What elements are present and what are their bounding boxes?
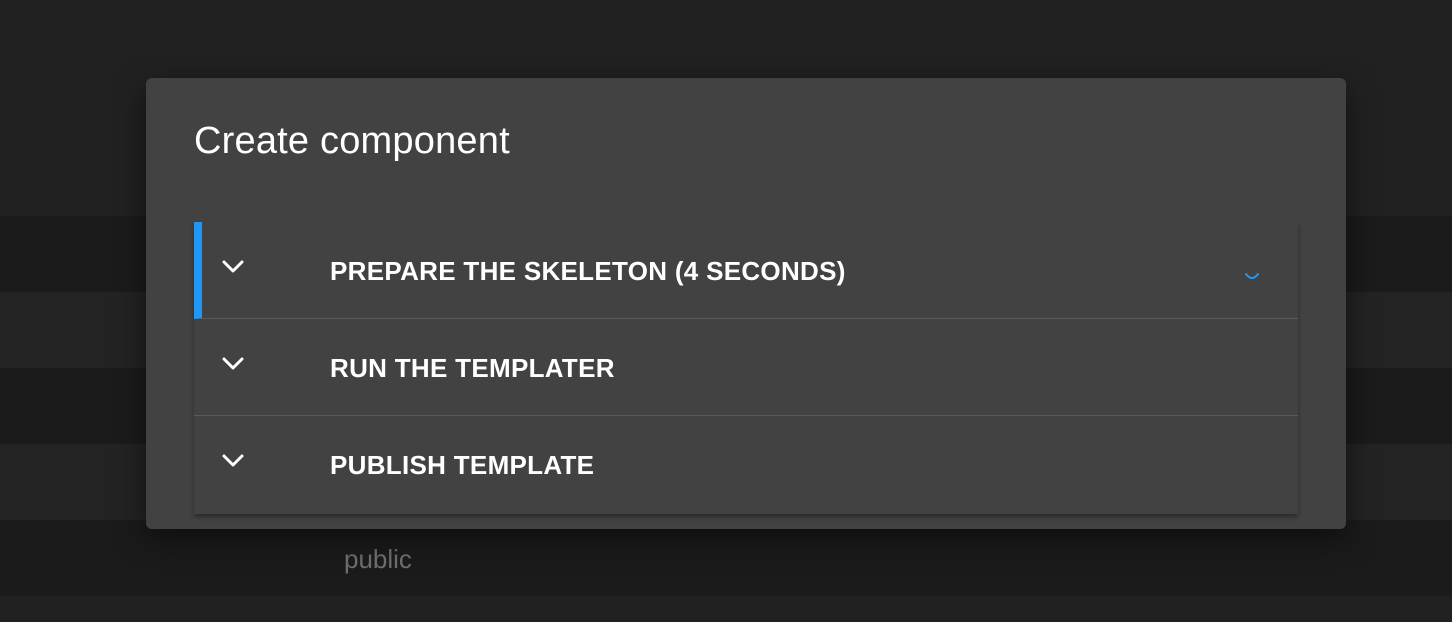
step-list: PREPARE THE SKELETON (4 SECONDS) RUN THE… <box>194 222 1298 514</box>
progress-spinner-icon <box>1245 273 1259 279</box>
background-row <box>0 520 1452 596</box>
step-run-templater[interactable]: RUN THE TEMPLATER <box>194 319 1298 416</box>
chevron-down-icon[interactable] <box>222 357 244 371</box>
step-label: RUN THE TEMPLATER <box>330 353 615 383</box>
background-text: public <box>344 544 412 574</box>
step-label: PREPARE THE SKELETON (4 SECONDS) <box>330 256 846 286</box>
dialog-title: Create component <box>194 120 510 162</box>
create-component-dialog: Create component PREPARE THE SKELETON (4… <box>146 78 1346 529</box>
step-prepare-skeleton[interactable]: PREPARE THE SKELETON (4 SECONDS) <box>194 222 1298 319</box>
chevron-down-icon[interactable] <box>222 260 244 274</box>
step-publish-template[interactable]: PUBLISH TEMPLATE <box>194 416 1298 514</box>
step-label: PUBLISH TEMPLATE <box>330 450 595 480</box>
chevron-down-icon[interactable] <box>222 454 244 468</box>
